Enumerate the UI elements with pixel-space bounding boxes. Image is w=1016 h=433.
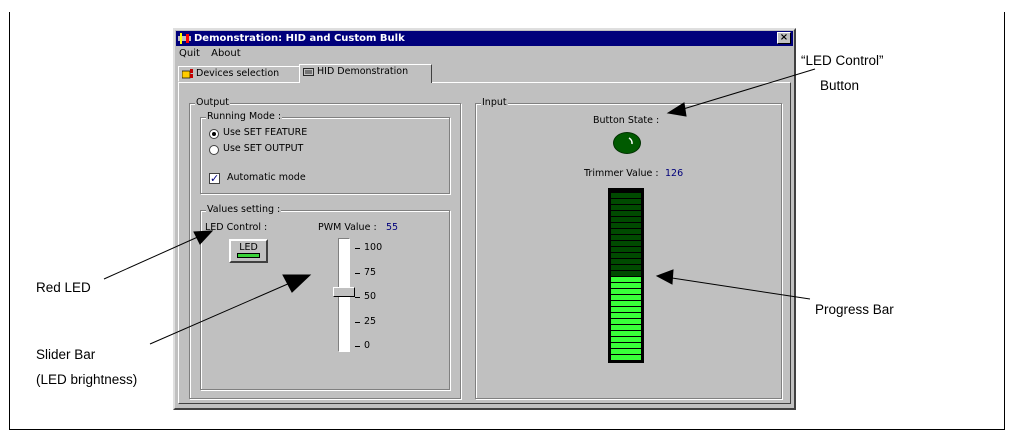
arrowhead-icon (666, 102, 687, 117)
hid-icon (303, 68, 314, 76)
arrow-led-control (679, 68, 816, 111)
arrow-red-led (103, 235, 201, 280)
annotation-arrows (103, 68, 816, 345)
arrowhead-icon (655, 269, 674, 285)
tab-hid-label: HID Demonstration (317, 66, 409, 77)
arrow-slider (149, 282, 291, 345)
tab-hid-demonstration[interactable]: HID Demonstration (299, 64, 432, 83)
arrow-progress (671, 277, 811, 300)
arrowhead-icon (282, 274, 312, 293)
arrowhead-icon (193, 230, 214, 245)
